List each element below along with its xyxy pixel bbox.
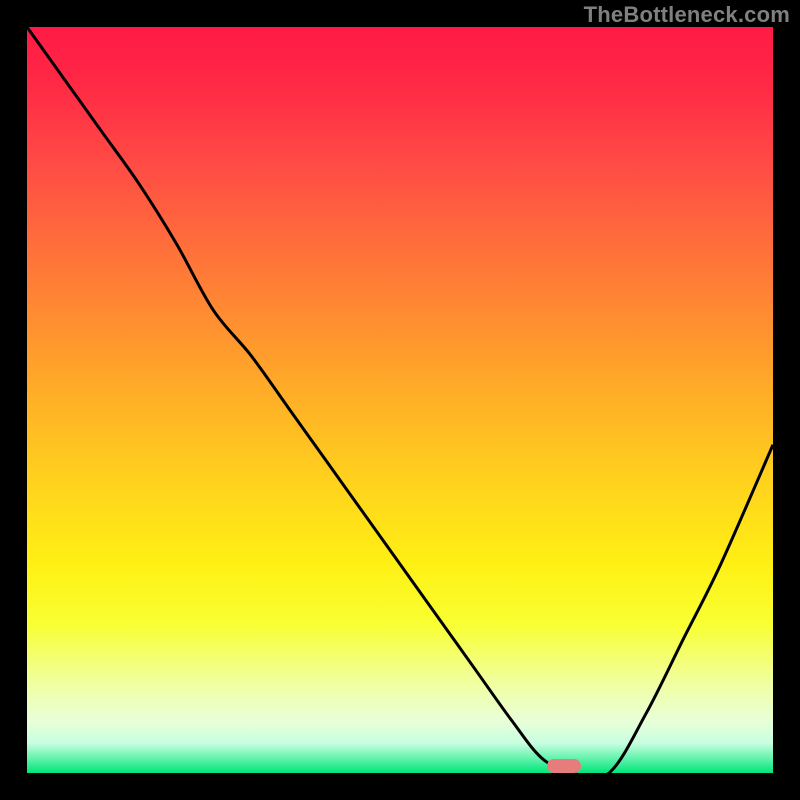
curve-path	[27, 27, 773, 773]
optimal-marker	[547, 759, 581, 773]
watermark-text: TheBottleneck.com	[584, 2, 790, 28]
chart-frame: TheBottleneck.com	[0, 0, 800, 800]
bottleneck-curve	[27, 27, 773, 773]
plot-area	[27, 27, 773, 773]
